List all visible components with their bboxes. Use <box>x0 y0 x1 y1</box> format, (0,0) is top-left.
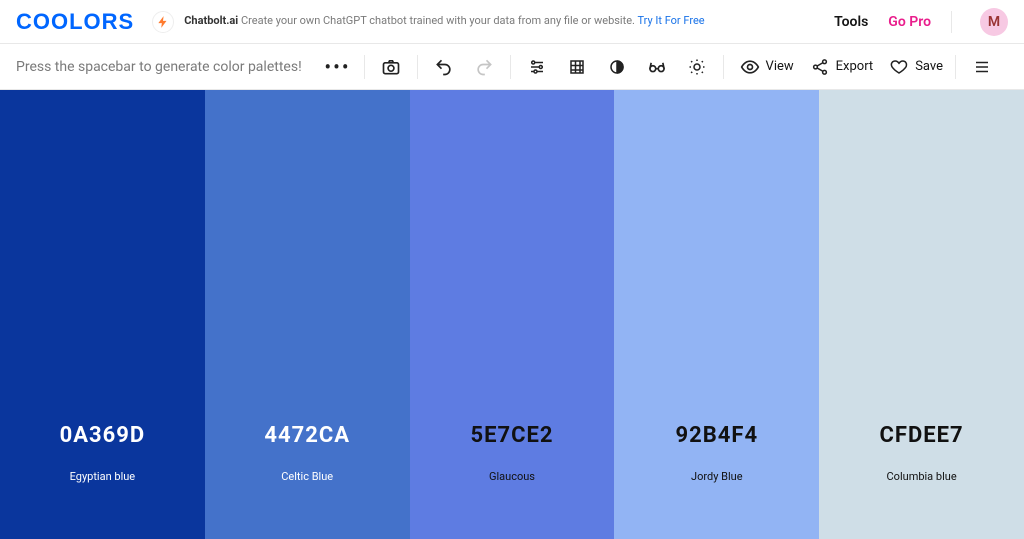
heart-icon <box>885 53 913 81</box>
sponsor-banner[interactable]: Chatbolt.ai Create your own ChatGPT chat… <box>152 11 704 33</box>
sponsor-icon <box>152 11 174 33</box>
hex-code[interactable]: 92B4F4 <box>675 423 758 448</box>
divider <box>951 11 952 33</box>
sponsor-title: Chatbolt.ai <box>184 14 238 27</box>
hex-code[interactable]: 0A369D <box>60 423 146 448</box>
save-button[interactable]: Save <box>885 53 943 81</box>
swatch-4472CA[interactable]: 4472CA Celtic Blue <box>205 90 410 539</box>
glasses-icon[interactable] <box>643 53 671 81</box>
export-label: Export <box>836 59 874 74</box>
share-icon <box>806 53 834 81</box>
toolbar: Press the spacebar to generate color pal… <box>0 44 1024 90</box>
sponsor-text: Chatbolt.ai Create your own ChatGPT chat… <box>184 14 704 29</box>
top-bar: COOLORS Chatbolt.ai Create your own Chat… <box>0 0 1024 44</box>
grid-icon[interactable] <box>563 53 591 81</box>
sponsor-link[interactable]: Try It For Free <box>637 14 704 27</box>
hamburger-icon[interactable] <box>968 53 996 81</box>
settings-sliders-icon[interactable] <box>523 53 551 81</box>
sun-icon[interactable] <box>683 53 711 81</box>
more-icon[interactable]: ••• <box>324 53 352 81</box>
swatch-92B4F4[interactable]: 92B4F4 Jordy Blue <box>614 90 819 539</box>
export-button[interactable]: Export <box>806 53 874 81</box>
hex-code[interactable]: 5E7CE2 <box>470 423 553 448</box>
camera-icon[interactable] <box>377 53 405 81</box>
save-label: Save <box>915 59 943 74</box>
undo-icon[interactable] <box>430 53 458 81</box>
color-name: Glaucous <box>489 470 535 483</box>
hex-code[interactable]: 4472CA <box>264 423 350 448</box>
logo[interactable]: COOLORS <box>16 9 134 35</box>
swatch-0A369D[interactable]: 0A369D Egyptian blue <box>0 90 205 539</box>
view-label: View <box>766 59 794 74</box>
color-name: Columbia blue <box>887 470 957 483</box>
eye-icon <box>736 53 764 81</box>
spacebar-hint: Press the spacebar to generate color pal… <box>16 59 302 75</box>
color-name: Egyptian blue <box>70 470 136 483</box>
sponsor-desc: Create your own ChatGPT chatbot trained … <box>241 14 635 27</box>
contrast-icon[interactable] <box>603 53 631 81</box>
color-name: Celtic Blue <box>281 470 333 483</box>
hex-code[interactable]: CFDEE7 <box>880 423 964 448</box>
color-name: Jordy Blue <box>691 470 743 483</box>
tools-menu[interactable]: Tools <box>834 14 868 30</box>
swatch-5E7CE2[interactable]: 5E7CE2 Glaucous <box>410 90 615 539</box>
swatch-CFDEE7[interactable]: CFDEE7 Columbia blue <box>819 90 1024 539</box>
avatar[interactable]: M <box>980 8 1008 36</box>
palette: 0A369D Egyptian blue 4472CA Celtic Blue 5E7C… <box>0 90 1024 539</box>
view-button[interactable]: View <box>736 53 794 81</box>
go-pro-button[interactable]: Go Pro <box>888 14 931 30</box>
redo-icon <box>470 53 498 81</box>
